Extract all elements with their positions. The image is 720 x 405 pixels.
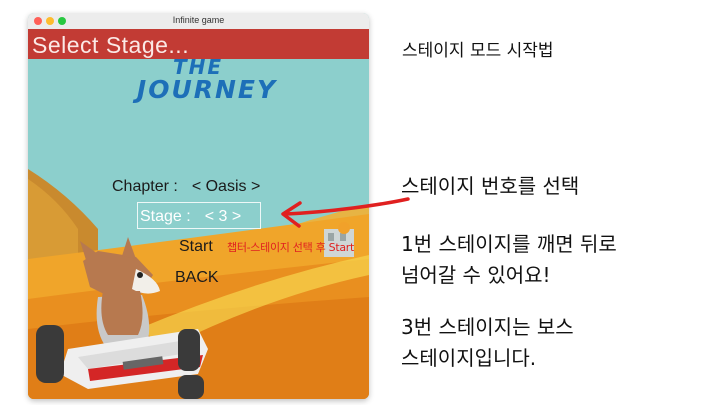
annotation-clear-line-1: 1번 스테이지를 깨면 뒤로 — [401, 232, 617, 256]
stage-label: Stage : — [140, 208, 191, 225]
annotation-clear-line-2: 넘어갈 수 있어요! — [401, 263, 551, 287]
annotation-boss-line-2: 스테이지입니다. — [401, 346, 537, 370]
start-tip-annotation: 챕터-스테이지 선택 후 Start — [227, 241, 355, 254]
game-window: Infinite game Select Stage... THE JOURNE… — [28, 13, 369, 399]
logo-line-2: JOURNEY — [136, 75, 278, 104]
window-title: Infinite game — [172, 15, 225, 25]
game-logo: THE JOURNEY — [112, 55, 302, 104]
window-titlebar: Infinite game — [28, 13, 369, 30]
annotation-heading: 스테이지 모드 시작법 — [402, 41, 554, 61]
chapter-label: Chapter : — [112, 178, 178, 195]
chapter-value[interactable]: < Oasis > — [192, 178, 260, 195]
annotation-boss-line-1: 3번 스테이지는 보스 — [401, 315, 574, 339]
chapter-selector[interactable]: Chapter : < Oasis > — [112, 178, 260, 196]
back-button[interactable]: BACK — [175, 269, 219, 287]
annotation-select-stage: 스테이지 번호를 선택 — [401, 174, 580, 198]
start-button[interactable]: Start — [179, 238, 213, 256]
stage-selector[interactable]: Stage : < 3 > — [140, 208, 241, 226]
stage-value[interactable]: < 3 > — [205, 208, 241, 225]
